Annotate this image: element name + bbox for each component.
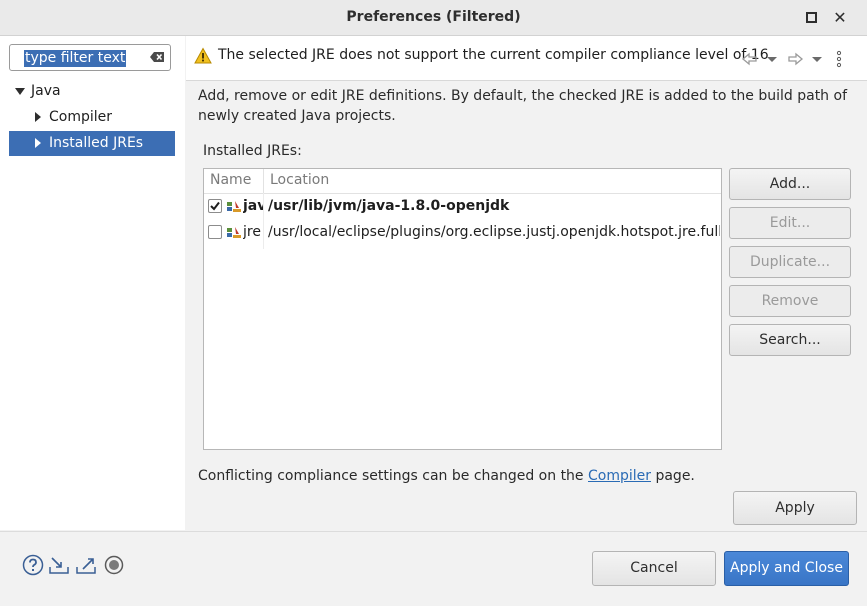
export-icon[interactable] [75,554,97,576]
jre-name: jav [243,198,263,214]
jre-library-icon [227,227,241,238]
preference-tree-pane: type filter text Java Compiler Installed… [0,36,185,530]
tree-item-label: Installed JREs [49,135,144,151]
compiler-link[interactable]: Compiler [588,468,651,484]
help-icon[interactable] [22,554,44,576]
warning-icon [194,47,212,64]
maximize-button[interactable] [802,8,820,26]
tree-item-java[interactable]: Java [9,79,175,104]
tree-item-label: Java [31,83,61,99]
jre-name: jre [243,224,261,240]
forward-history-dropdown-icon[interactable] [811,50,823,68]
jre-library-icon [227,201,241,212]
installed-jres-table[interactable]: Name Location jav /usr/lib/jvm [203,168,722,450]
title-bar[interactable]: Preferences (Filtered) ✕ [0,0,867,36]
table-row[interactable]: jav /usr/lib/jvm/java-1.8.0-openjdk [204,194,721,220]
jre-checkbox-checked[interactable] [208,199,222,213]
tree-item-compiler[interactable]: Compiler [9,105,175,130]
jre-checkbox-unchecked[interactable] [208,225,222,239]
duplicate-button[interactable]: Duplicate... [729,246,851,278]
maximize-icon [805,11,817,23]
import-icon[interactable] [48,554,70,576]
clear-filter-icon[interactable] [149,48,167,66]
column-header-location[interactable]: Location [270,172,329,188]
edit-button[interactable]: Edit... [729,207,851,239]
back-arrow-icon[interactable] [741,50,759,68]
preferences-dialog: Preferences (Filtered) ✕ type filter tex… [0,0,867,606]
installed-jres-label: Installed JREs: [203,143,302,159]
conflict-text: Conflicting compliance settings can be c… [198,468,588,484]
tree-item-installed-jres[interactable]: Installed JREs [9,131,175,156]
column-header-name[interactable]: Name [210,172,251,188]
add-button[interactable]: Add... [729,168,851,200]
filter-box[interactable]: type filter text [9,44,171,71]
conflict-text-end: page. [651,468,695,484]
record-icon[interactable] [103,554,125,576]
apply-button[interactable]: Apply [733,491,857,525]
dialog-button-bar: Cancel Apply and Close [0,531,867,606]
forward-arrow-icon[interactable] [786,50,804,68]
warning-message: The selected JRE does not support the cu… [218,47,769,63]
tree-item-label: Compiler [49,109,113,125]
table-header: Name Location [204,169,721,194]
conflict-note: Conflicting compliance settings can be c… [198,468,695,484]
column-separator[interactable] [263,169,264,193]
message-area: The selected JRE does not support the cu… [186,36,867,81]
close-button[interactable]: ✕ [831,7,849,27]
checkmark-icon [210,201,220,211]
page-description: Add, remove or edit JRE definitions. By … [198,88,847,124]
jre-location: /usr/lib/jvm/java-1.8.0-openjdk [268,198,510,214]
table-row[interactable]: jre /usr/local/eclipse/plugins/org.eclip… [204,220,721,246]
view-menu-icon[interactable] [835,50,843,68]
expand-right-icon[interactable] [35,138,41,148]
apply-and-close-button[interactable]: Apply and Close [724,551,849,586]
jre-location: /usr/local/eclipse/plugins/org.eclipse.j… [268,224,720,240]
cancel-button[interactable]: Cancel [592,551,716,586]
expand-down-icon[interactable] [15,88,25,95]
close-icon: ✕ [833,7,847,27]
search-button[interactable]: Search... [729,324,851,356]
preference-page: The selected JRE does not support the cu… [186,36,867,530]
expand-right-icon[interactable] [35,112,41,122]
window-title: Preferences (Filtered) [346,9,521,25]
remove-button[interactable]: Remove [729,285,851,317]
back-history-dropdown-icon[interactable] [766,50,778,68]
